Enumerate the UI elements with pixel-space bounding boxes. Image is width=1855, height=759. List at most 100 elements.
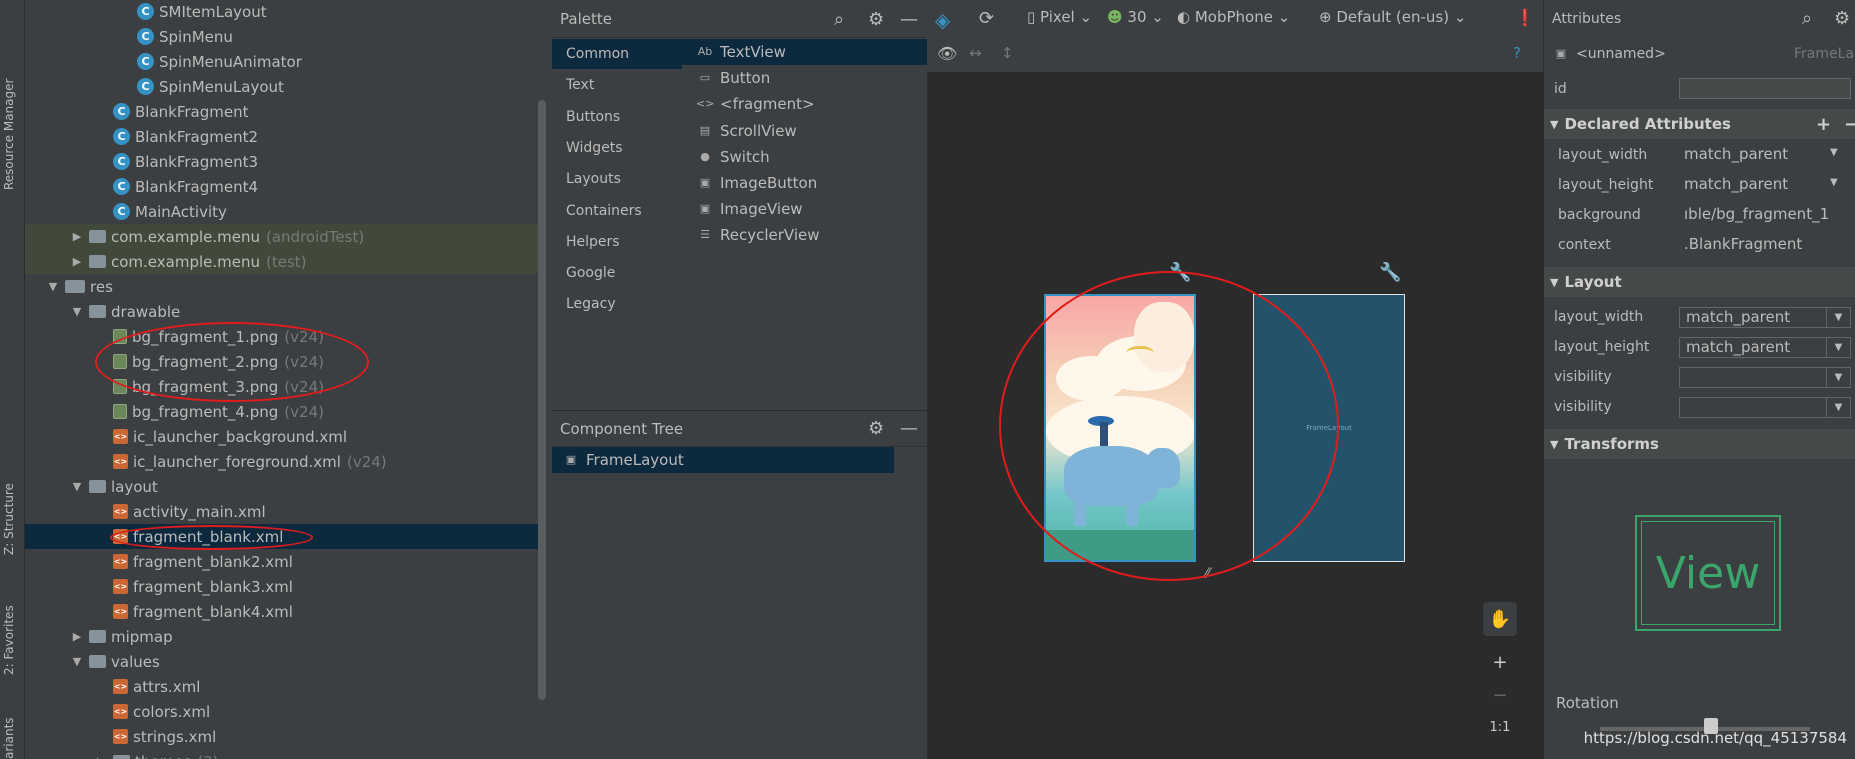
minimize-icon[interactable]: — bbox=[900, 9, 918, 30]
palette-item-textview[interactable]: Ab TextView bbox=[682, 39, 927, 65]
tree-row[interactable]: C BlankFragment3 bbox=[25, 149, 541, 174]
locale-selector[interactable]: ⊕ Default (en-us) ⌄ bbox=[1319, 8, 1466, 26]
layout-attr-dropdown[interactable]: match_parent ▼ bbox=[1679, 307, 1851, 328]
palette-item-label: RecyclerView bbox=[720, 226, 820, 245]
palette-item-button[interactable]: ▭ Button bbox=[682, 65, 927, 91]
search-icon[interactable]: ⌕ bbox=[834, 9, 844, 30]
minimize-icon[interactable]: — bbox=[900, 418, 918, 439]
tree-row[interactable]: ▶ com.example.menu (androidTest) bbox=[25, 224, 541, 249]
tree-row[interactable]: C SpinMenuLayout bbox=[25, 74, 541, 99]
expand-arrow-icon[interactable]: ▼ bbox=[71, 305, 83, 318]
layout-attr-dropdown[interactable]: match_parent ▼ bbox=[1679, 337, 1851, 358]
tree-row[interactable]: C BlankFragment bbox=[25, 99, 541, 124]
expand-arrow-icon[interactable]: ▼ bbox=[71, 480, 83, 493]
zoom-in-button[interactable]: + bbox=[1483, 645, 1517, 679]
tree-row[interactable]: <> colors.xml bbox=[25, 699, 541, 724]
palette-item-scrollview[interactable]: ▤ ScrollView bbox=[682, 118, 927, 144]
dropdown-arrow-icon[interactable]: ▼ bbox=[1830, 147, 1838, 158]
tree-item-label: ic_launcher_foreground.xml bbox=[133, 452, 341, 471]
expand-arrow-icon[interactable]: ▶ bbox=[95, 755, 107, 759]
structure-tab[interactable]: Z: Structure bbox=[2, 455, 16, 555]
tree-row[interactable]: C BlankFragment4 bbox=[25, 174, 541, 199]
palette-category-legacy[interactable]: Legacy bbox=[552, 289, 682, 319]
palette-item-switch[interactable]: ● Switch bbox=[682, 144, 927, 170]
palette-category-google[interactable]: Google bbox=[552, 258, 682, 288]
tree-row[interactable]: ▶ mipmap bbox=[25, 624, 541, 649]
tree-row[interactable]: C BlankFragment2 bbox=[25, 124, 541, 149]
tree-row[interactable]: <> strings.xml bbox=[25, 724, 541, 749]
vertical-resize-icon[interactable]: ↕ bbox=[1001, 44, 1014, 62]
device-selector[interactable]: ▯ Pixel ⌄ bbox=[1027, 8, 1092, 26]
tree-row[interactable]: C SpinMenu bbox=[25, 24, 541, 49]
resource-manager-tab[interactable]: Resource Manager bbox=[2, 60, 16, 190]
palette-category-helpers[interactable]: Helpers bbox=[552, 227, 682, 257]
tree-row[interactable]: ▼ values bbox=[25, 649, 541, 674]
declared-attr-value[interactable]: match_parent bbox=[1684, 175, 1788, 193]
theme-selector[interactable]: ◐ MobPhone ⌄ bbox=[1177, 8, 1290, 26]
zoom-actual-button[interactable]: 1:1 bbox=[1483, 710, 1517, 744]
palette-category-buttons[interactable]: Buttons bbox=[552, 102, 682, 132]
orientation-icon[interactable]: ⟳ bbox=[979, 8, 994, 29]
palette-category-widgets[interactable]: Widgets bbox=[552, 133, 682, 163]
eye-icon[interactable]: 👁 bbox=[937, 44, 957, 63]
tree-row[interactable]: <> ic_launcher_background.xml bbox=[25, 424, 541, 449]
tree-row[interactable]: ▼ layout bbox=[25, 474, 541, 499]
tree-row[interactable]: ▼ res bbox=[25, 274, 541, 299]
expand-arrow-icon[interactable]: ▶ bbox=[71, 630, 83, 643]
tree-row[interactable]: <> fragment_blank2.xml bbox=[25, 549, 541, 574]
declared-attr-value[interactable]: ıble/bg_fragment_1 bbox=[1684, 205, 1829, 223]
tree-row[interactable]: <> activity_main.xml bbox=[25, 499, 541, 524]
tree-row[interactable]: <> fragment_blank4.xml bbox=[25, 599, 541, 624]
expand-arrow-icon[interactable]: ▶ bbox=[71, 230, 83, 243]
warning-icon[interactable]: ❗ bbox=[1515, 8, 1535, 27]
build-variants-tab[interactable]: ariants bbox=[2, 705, 16, 759]
declared-attr-value[interactable]: match_parent bbox=[1684, 145, 1788, 163]
palette-category-text[interactable]: Text bbox=[552, 70, 682, 100]
expand-arrow-icon[interactable]: ▼ bbox=[47, 280, 59, 293]
transforms-section[interactable]: ▼ Transforms bbox=[1544, 429, 1855, 459]
help-icon[interactable]: ? bbox=[1513, 44, 1521, 62]
layout-section[interactable]: ▼ Layout bbox=[1544, 267, 1855, 297]
expand-arrow-icon[interactable]: ▶ bbox=[71, 255, 83, 268]
expand-arrow-icon[interactable]: ▼ bbox=[71, 655, 83, 668]
palette-item-imageview[interactable]: ▣ ImageView bbox=[682, 196, 927, 222]
wrench-icon[interactable]: 🔧 bbox=[1379, 262, 1401, 283]
palette-category-common[interactable]: Common bbox=[552, 39, 682, 69]
horizontal-resize-icon[interactable]: ↔ bbox=[969, 44, 982, 62]
palette-item-fragment[interactable]: <> <fragment> bbox=[682, 91, 927, 117]
gear-icon[interactable]: ⚙ bbox=[868, 9, 884, 30]
id-field[interactable] bbox=[1679, 78, 1851, 99]
palette-item-imagebutton[interactable]: ▣ ImageButton bbox=[682, 170, 927, 196]
remove-attribute-icon[interactable]: − bbox=[1844, 114, 1855, 135]
layout-attr-dropdown[interactable]: ▼ bbox=[1679, 367, 1851, 388]
favorites-tab[interactable]: 2: Favorites bbox=[2, 585, 16, 675]
palette-category-layouts[interactable]: Layouts bbox=[552, 164, 682, 194]
palette-item-recyclerview[interactable]: ☰ RecyclerView bbox=[682, 222, 927, 248]
search-icon[interactable]: ⌕ bbox=[1802, 8, 1812, 29]
design-surface-icon[interactable]: ◈ bbox=[935, 8, 950, 32]
tree-row[interactable]: ▶ com.example.menu (test) bbox=[25, 249, 541, 274]
tree-row[interactable]: bg_fragment_4.png (v24) bbox=[25, 399, 541, 424]
tree-row[interactable]: C MainActivity bbox=[25, 199, 541, 224]
tree-item-label: fragment_blank4.xml bbox=[133, 602, 293, 621]
tree-row[interactable]: <> fragment_blank3.xml bbox=[25, 574, 541, 599]
pan-hand-icon[interactable]: ✋ bbox=[1483, 602, 1517, 636]
tree-row[interactable]: ▶ themes (2) bbox=[25, 749, 541, 759]
gear-icon[interactable]: ⚙ bbox=[868, 418, 884, 439]
tree-row[interactable]: C SpinMenuAnimator bbox=[25, 49, 541, 74]
zoom-out-button[interactable]: − bbox=[1483, 678, 1517, 712]
tree-row[interactable]: <> ic_launcher_foreground.xml (v24) bbox=[25, 449, 541, 474]
dropdown-arrow-icon[interactable]: ▼ bbox=[1830, 177, 1838, 188]
tree-row[interactable]: C SMItemLayout bbox=[25, 0, 541, 24]
gear-icon[interactable]: ⚙ bbox=[1834, 8, 1850, 29]
tree-row[interactable]: <> attrs.xml bbox=[25, 674, 541, 699]
tree-item-framelayout[interactable]: ▣ FrameLayout bbox=[552, 447, 894, 473]
tree-row[interactable]: ▼ drawable bbox=[25, 299, 541, 324]
tree-scrollbar[interactable] bbox=[538, 100, 546, 700]
layout-attr-dropdown[interactable]: ▼ bbox=[1679, 397, 1851, 418]
declared-attributes-section[interactable]: ▼ Declared Attributes + − bbox=[1544, 109, 1855, 139]
api-selector[interactable]: ☻ 30 ⌄ bbox=[1107, 8, 1164, 26]
declared-attr-value[interactable]: .BlankFragment bbox=[1684, 235, 1802, 253]
add-attribute-icon[interactable]: + bbox=[1816, 114, 1831, 135]
palette-category-containers[interactable]: Containers bbox=[552, 196, 682, 226]
